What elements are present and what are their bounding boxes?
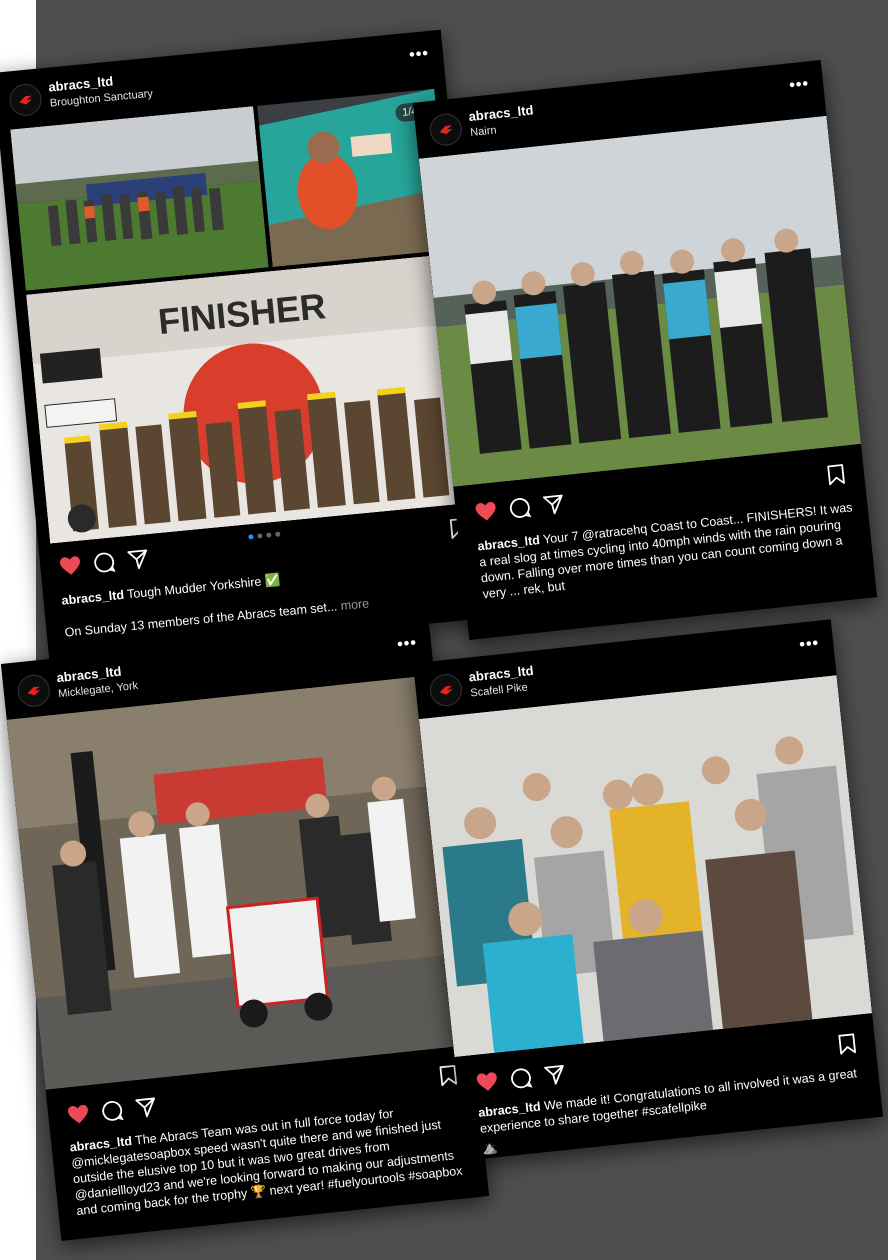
share-icon[interactable] — [133, 1094, 159, 1120]
abracs-logo-icon[interactable] — [8, 82, 43, 118]
bookmark-icon[interactable] — [823, 462, 849, 488]
post-card-4: abracs_ltd Scafell Pike ••• abracs_ltd W… — [413, 619, 883, 1161]
share-icon[interactable] — [542, 1062, 568, 1088]
caption-more-link[interactable]: more — [340, 596, 370, 613]
post-location[interactable]: Nairn — [470, 124, 497, 139]
share-icon[interactable] — [540, 491, 566, 517]
post-location[interactable]: Scafell Pike — [470, 682, 528, 700]
comment-icon[interactable] — [99, 1098, 125, 1124]
post-photo-scafell[interactable] — [418, 675, 873, 1058]
comment-icon[interactable] — [508, 1065, 534, 1091]
heart-icon[interactable] — [65, 1101, 91, 1127]
post-photo-soapbox[interactable] — [6, 674, 474, 1090]
heart-icon[interactable] — [474, 1069, 500, 1095]
post-photo-finisher[interactable]: FINISHER — [26, 253, 475, 544]
post-card-3: abracs_ltd Micklegate, York ••• abracs_l… — [0, 619, 490, 1241]
more-icon[interactable]: ••• — [408, 45, 429, 65]
comment-icon[interactable] — [91, 549, 117, 575]
comment-icon[interactable] — [507, 495, 533, 521]
caption-username[interactable]: abracs_ltd — [61, 588, 125, 608]
more-icon[interactable]: ••• — [396, 635, 418, 655]
post-card-2: abracs_ltd Nairn ••• abracs_ltd Your 7 @… — [412, 60, 878, 640]
heart-icon[interactable] — [57, 553, 83, 579]
heart-icon[interactable] — [473, 498, 499, 524]
abracs-logo-icon[interactable] — [428, 112, 464, 148]
more-icon[interactable]: ••• — [799, 635, 821, 655]
post-username[interactable]: abracs_ltd — [468, 102, 534, 124]
bookmark-icon[interactable] — [834, 1031, 860, 1057]
abracs-logo-icon[interactable] — [428, 672, 464, 708]
share-icon[interactable] — [125, 546, 151, 572]
post-photo-team-field[interactable] — [10, 106, 269, 291]
abracs-logo-icon[interactable] — [16, 673, 52, 709]
post-photo-nairn[interactable] — [418, 115, 862, 487]
more-icon[interactable]: ••• — [788, 75, 810, 95]
